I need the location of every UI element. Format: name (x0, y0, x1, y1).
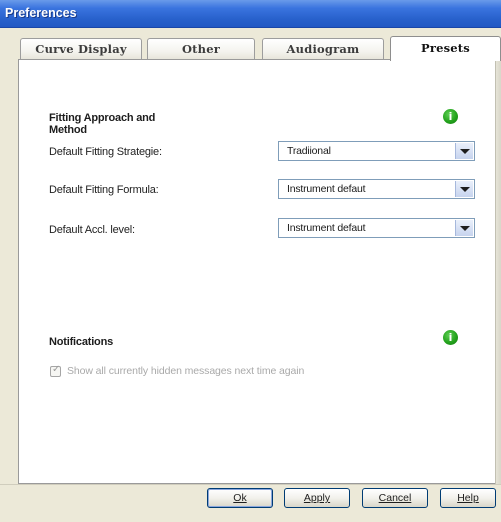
accl-level-label: Default Accl. level: (49, 224, 135, 236)
ok-button-label: Ok (233, 492, 247, 504)
panel-edge (495, 59, 501, 484)
fitting-section-title-line1: Fitting Approach and (49, 112, 156, 124)
apply-button[interactable]: Apply (284, 488, 350, 508)
fitting-strategy-value: Tradiional (287, 145, 331, 157)
info-icon[interactable]: i (443, 109, 458, 124)
fitting-formula-label: Default Fitting Formula: (49, 184, 159, 196)
help-button-label: Help (457, 492, 479, 504)
show-hidden-messages-label: Show all currently hidden messages next … (67, 365, 305, 377)
tab-strip: Curve Display Other Audiogram Presets (0, 28, 501, 61)
fitting-formula-value: Instrument defaut (287, 183, 366, 195)
fitting-section-title: Fitting Approach and Method (49, 112, 155, 136)
show-hidden-messages-checkbox[interactable]: ✓ (50, 364, 61, 377)
fitting-formula-select[interactable]: Instrument defaut (278, 179, 475, 199)
tab-audiogram[interactable]: Audiogram (262, 38, 384, 60)
tab-curve-display[interactable]: Curve Display (20, 38, 142, 60)
tab-presets[interactable]: Presets (390, 36, 501, 61)
tab-other[interactable]: Other (147, 38, 255, 60)
apply-button-label: Apply (303, 492, 331, 504)
cancel-button-label: Cancel (378, 492, 412, 504)
chevron-down-icon[interactable] (455, 181, 473, 197)
accl-level-value: Instrument defaut (287, 222, 366, 234)
cancel-button[interactable]: Cancel (362, 488, 428, 508)
chevron-down-icon[interactable] (455, 143, 473, 159)
fitting-section-title-line2: Method (49, 124, 87, 136)
presets-panel: Fitting Approach and Method i Default Fi… (18, 59, 501, 484)
chevron-down-icon[interactable] (455, 220, 473, 236)
help-button[interactable]: Help (440, 488, 496, 508)
checkmark-icon: ✓ (52, 364, 61, 375)
fitting-strategy-label: Default Fitting Strategie: (49, 146, 162, 158)
fitting-strategy-select[interactable]: Tradiional (278, 141, 475, 161)
ok-button[interactable]: Ok (207, 488, 273, 508)
title-bar[interactable]: Preferences (0, 0, 501, 28)
preferences-window: Preferences Curve Display Other Audiogra… (0, 0, 501, 522)
notifications-section-title: Notifications (49, 336, 114, 348)
window-title: Preferences (5, 6, 77, 20)
accl-level-select[interactable]: Instrument defaut (278, 218, 475, 238)
info-icon[interactable]: i (443, 330, 458, 345)
